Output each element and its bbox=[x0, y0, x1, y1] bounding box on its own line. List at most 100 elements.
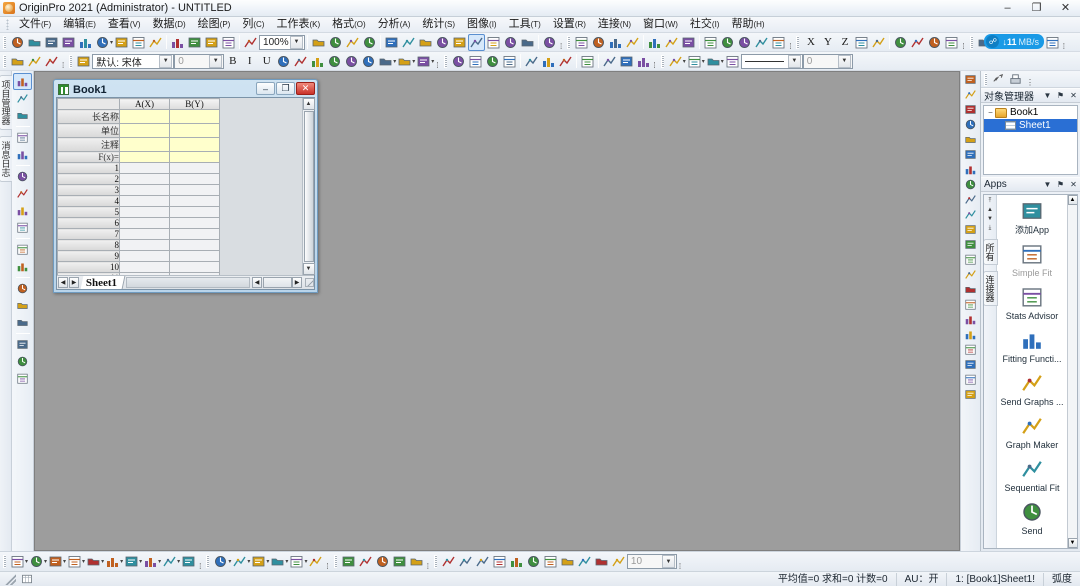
data-cell[interactable] bbox=[169, 162, 220, 174]
row-header-0[interactable]: 1 bbox=[57, 162, 120, 174]
scroll-up-button[interactable]: ▲ bbox=[302, 98, 315, 110]
font-label-button[interactable] bbox=[75, 53, 92, 70]
filter-button[interactable] bbox=[702, 34, 719, 51]
pivot-button[interactable] bbox=[635, 53, 652, 70]
sort-column-button[interactable] bbox=[624, 34, 641, 51]
zoom-combo-arrow[interactable]: ▼ bbox=[290, 35, 304, 49]
app-item-0[interactable]: 添加App bbox=[997, 199, 1067, 235]
apps-tab-all[interactable]: 所有 bbox=[984, 239, 998, 265]
apps-nav-button-3[interactable]: ⤓ bbox=[989, 224, 992, 233]
hscroll-left-button[interactable]: ◀ bbox=[252, 277, 262, 288]
group-button[interactable] bbox=[962, 357, 979, 372]
layer-4panel-button[interactable] bbox=[962, 177, 979, 192]
print-button[interactable] bbox=[310, 34, 327, 51]
object-left-button[interactable] bbox=[474, 553, 491, 570]
scale-in-tool[interactable] bbox=[13, 370, 32, 387]
move-first-button[interactable] bbox=[892, 34, 909, 51]
menu-item-2[interactable]: 查看(V) bbox=[102, 17, 147, 32]
row-header-3[interactable]: 4 bbox=[57, 195, 120, 207]
set-as-error-button[interactable] bbox=[853, 34, 870, 51]
row-header-2[interactable]: 3 bbox=[57, 184, 120, 196]
data-cell[interactable] bbox=[119, 250, 170, 262]
menu-item-10[interactable]: 图像(I) bbox=[461, 17, 503, 32]
horizontal-scroll-thumb[interactable] bbox=[263, 277, 292, 288]
close-button[interactable]: ✕ bbox=[1051, 0, 1080, 17]
project-explorer-button[interactable] bbox=[400, 34, 417, 51]
apps-scroll-down-button[interactable]: ▼ bbox=[1067, 538, 1077, 548]
ungroup-button[interactable] bbox=[962, 372, 979, 387]
meta-cell[interactable] bbox=[169, 123, 220, 138]
multi-panel-button[interactable] bbox=[104, 553, 121, 570]
row-header-5[interactable]: 6 bbox=[57, 217, 120, 229]
layer-management-button[interactable] bbox=[962, 132, 979, 147]
menu-item-6[interactable]: 工作表(K) bbox=[270, 17, 326, 32]
bring-front-button[interactable] bbox=[962, 327, 979, 342]
new-project-button[interactable] bbox=[9, 34, 26, 51]
style-bar-grip[interactable] bbox=[206, 555, 210, 568]
analysis-toolbar-overflow[interactable]: ⁞ bbox=[789, 42, 791, 51]
worksheet-horizontal-scrollbar[interactable]: ◀ ▶ bbox=[252, 276, 314, 289]
hide-plot-button[interactable] bbox=[374, 553, 391, 570]
data-cell[interactable] bbox=[119, 195, 170, 207]
minimize-button[interactable]: – bbox=[993, 0, 1022, 17]
style-bar-overflow[interactable]: ⁞ bbox=[326, 562, 328, 571]
analysis-toolbar-grip[interactable] bbox=[567, 35, 571, 49]
line-tool[interactable] bbox=[13, 297, 32, 314]
line-plot-button[interactable] bbox=[9, 553, 26, 570]
apps-pin-button[interactable]: ⚑ bbox=[1054, 178, 1067, 191]
histogram-button[interactable] bbox=[646, 34, 663, 51]
menu-item-3[interactable]: 数据(D) bbox=[147, 17, 192, 32]
underline-button[interactable]: U bbox=[258, 53, 275, 70]
swap-mask-button[interactable] bbox=[1044, 34, 1061, 51]
move-column-up-button[interactable] bbox=[523, 53, 540, 70]
results-log-button[interactable] bbox=[417, 34, 434, 51]
apps-list[interactable]: 添加App Simple Fit Stats Advisor Fitting F… bbox=[997, 195, 1067, 548]
align-center-button[interactable] bbox=[962, 237, 979, 252]
meta-cell[interactable] bbox=[119, 151, 170, 163]
style-fill-button[interactable] bbox=[667, 53, 684, 70]
sheet-tab-sheet1[interactable]: Sheet1 bbox=[80, 276, 126, 289]
meta-cell[interactable] bbox=[119, 109, 170, 124]
code-builder-button[interactable] bbox=[451, 34, 468, 51]
save-template-button[interactable] bbox=[220, 34, 237, 51]
object-tree-item-1[interactable]: Sheet1 bbox=[984, 119, 1077, 132]
menu-item-8[interactable]: 分析(A) bbox=[372, 17, 417, 32]
cut-button[interactable] bbox=[9, 53, 26, 70]
clear-worksheet-button[interactable] bbox=[501, 53, 518, 70]
column-toolbar-grip[interactable] bbox=[796, 35, 800, 49]
send-back-button[interactable] bbox=[962, 342, 979, 357]
print-dock-button[interactable] bbox=[1007, 71, 1024, 88]
sort-worksheet-button[interactable] bbox=[607, 34, 624, 51]
row-header-6[interactable]: 7 bbox=[57, 228, 120, 240]
color-palette-button[interactable] bbox=[250, 553, 267, 570]
set-as-disregard-button[interactable] bbox=[870, 34, 887, 51]
data-cell[interactable] bbox=[119, 162, 170, 174]
data-cell[interactable] bbox=[169, 206, 220, 218]
column-toolbar-overflow[interactable]: ⁞ bbox=[962, 42, 964, 51]
line-width-combo[interactable]: 0 ▼ bbox=[802, 53, 853, 69]
object-manager-tree[interactable]: − Book1 Sheet1 bbox=[983, 105, 1078, 175]
apps-tab-connector[interactable]: 连接器 bbox=[984, 271, 998, 306]
theme-button[interactable] bbox=[269, 553, 286, 570]
edit-toolbar-grip[interactable] bbox=[3, 54, 6, 68]
meta-cell[interactable] bbox=[169, 137, 220, 152]
data-cell[interactable] bbox=[169, 217, 220, 229]
statistical-plot-button[interactable] bbox=[123, 553, 140, 570]
align-left-button[interactable] bbox=[962, 222, 979, 237]
italic-button[interactable]: I bbox=[241, 53, 258, 70]
row-header-4[interactable]: 5 bbox=[57, 206, 120, 218]
move-column-down-button[interactable] bbox=[540, 53, 557, 70]
data-cell[interactable] bbox=[119, 228, 170, 240]
app-item-3[interactable]: Fitting Functi... bbox=[997, 328, 1067, 364]
supersub-button[interactable] bbox=[309, 53, 326, 70]
3d-symbol-button[interactable] bbox=[212, 553, 229, 570]
row-header-1[interactable]: 2 bbox=[57, 173, 120, 185]
plot-toolbar-overflow[interactable]: ⁞ bbox=[199, 562, 201, 571]
stats-row-button[interactable] bbox=[590, 34, 607, 51]
apps-scroll-track[interactable] bbox=[1067, 205, 1077, 538]
new-sheet-button[interactable] bbox=[485, 34, 502, 51]
command-window-button[interactable] bbox=[434, 34, 451, 51]
vertical-scroll-thumb[interactable] bbox=[303, 111, 314, 262]
print-preview-button[interactable] bbox=[327, 34, 344, 51]
copy-page-button[interactable] bbox=[344, 34, 361, 51]
